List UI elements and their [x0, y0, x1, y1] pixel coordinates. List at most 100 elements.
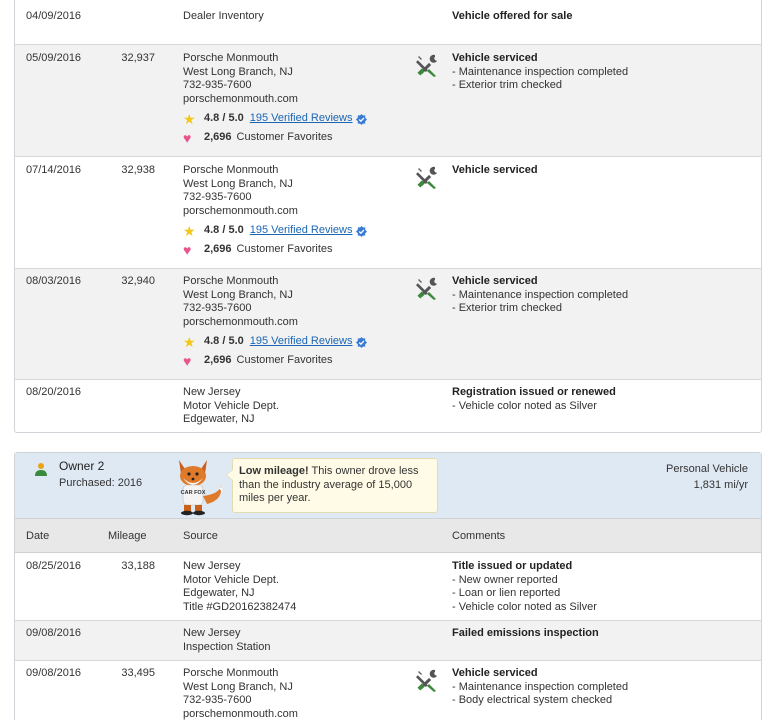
heart-icon: ♥ — [183, 130, 192, 146]
source-line: West Long Branch, NJ — [183, 65, 293, 78]
history-row: 05/09/2016 32,937 Porsche Monmouth West … — [15, 44, 761, 156]
purchase-year: Purchased: 2016 — [59, 477, 143, 489]
dealer-website-link[interactable]: porschemonmouth.com — [183, 93, 403, 107]
record-mileage: 33,495 — [121, 667, 155, 679]
comment-title: Vehicle serviced — [452, 164, 538, 176]
comment-title: Registration issued or renewed — [452, 386, 616, 398]
record-date: 09/08/2016 — [26, 667, 82, 679]
comment-line: - Vehicle color noted as Silver — [452, 600, 597, 613]
owner-usage: Personal Vehicle 1,831 mi/yr — [666, 461, 748, 493]
history-row: 04/09/2016 Dealer Inventory Vehicle offe… — [15, 0, 761, 44]
comment-line: - New owner reported — [452, 573, 558, 586]
star-icon: ★ — [183, 111, 196, 127]
verified-reviews-link[interactable]: 195 Verified Reviews — [250, 224, 353, 238]
dealer-rating: ★ 4.8 / 5.0 195 Verified Reviews — [183, 222, 403, 240]
carfox-mascot: CAR FOX — [179, 460, 223, 516]
verified-reviews-link[interactable]: 195 Verified Reviews — [250, 112, 353, 126]
vehicle-type: Personal Vehicle — [666, 463, 748, 475]
record-comments: Vehicle offered for sale — [452, 10, 752, 24]
source-line: Motor Vehicle Dept. — [183, 573, 279, 586]
owner1-history-card: 04/09/2016 Dealer Inventory Vehicle offe… — [14, 0, 762, 433]
miles-per-year: 1,831 mi/yr — [693, 479, 748, 491]
owner-header: Owner 2 Purchased: 2016 CAR FOX Low mile… — [15, 453, 761, 519]
source-line: Dealer Inventory — [183, 10, 264, 22]
comment-title: Title issued or updated — [452, 560, 573, 572]
history-row: 08/03/2016 32,940 Porsche Monmouth West … — [15, 268, 761, 379]
source-line: 732-935-7600 — [183, 302, 252, 314]
comment-line: - Maintenance inspection completed — [452, 680, 629, 693]
owner2-history-card: Owner 2 Purchased: 2016 CAR FOX Low mile… — [14, 452, 762, 720]
source-line: West Long Branch, NJ — [183, 288, 293, 301]
favorites-count: 2,696 — [204, 131, 232, 144]
record-source: New Jersey Motor Vehicle Dept. Edgewater… — [183, 560, 403, 614]
dealer-rating: ★ 4.8 / 5.0 195 Verified Reviews — [183, 110, 403, 128]
low-mileage-tip: Low mileage! This owner drove less than … — [226, 458, 438, 513]
source-line: New Jersey — [183, 386, 241, 398]
source-line: Edgewater, NJ — [183, 413, 255, 425]
record-date: 08/25/2016 — [26, 560, 82, 572]
record-source: New Jersey Motor Vehicle Dept. Edgewater… — [183, 386, 403, 427]
star-icon: ★ — [183, 223, 196, 239]
comment-line: - Loan or lien reported — [452, 587, 561, 599]
comment-line: - Exterior trim checked — [452, 302, 563, 314]
comment-title: Vehicle offered for sale — [452, 10, 573, 22]
record-date: 09/08/2016 — [26, 627, 82, 639]
favorites-count: 2,696 — [204, 354, 232, 367]
header-mileage: Mileage — [108, 530, 147, 542]
verified-reviews-link[interactable]: 195 Verified Reviews — [250, 335, 353, 349]
wrench-screwdriver-icon — [415, 54, 437, 77]
favorites-label: Customer Favorites — [236, 131, 333, 144]
history-row: 07/14/2016 32,938 Porsche Monmouth West … — [15, 156, 761, 268]
comment-title: Vehicle serviced — [452, 52, 538, 64]
record-date: 08/20/2016 — [26, 386, 82, 398]
record-comments: Vehicle serviced - Maintenance inspectio… — [452, 275, 752, 316]
source-line: Porsche Monmouth — [183, 52, 279, 64]
comment-line: - Body electrical system checked — [452, 694, 613, 706]
rating-value: 4.8 / 5.0 — [204, 335, 244, 348]
customer-favorites: ♥ 2,696 Customer Favorites — [183, 241, 403, 259]
record-date: 08/03/2016 — [26, 275, 82, 287]
customer-favorites: ♥ 2,696 Customer Favorites — [183, 129, 403, 147]
record-date: 05/09/2016 — [26, 52, 82, 64]
star-icon: ★ — [183, 334, 196, 350]
source-line: New Jersey — [183, 560, 241, 572]
record-comments: Vehicle serviced - Maintenance inspectio… — [452, 52, 752, 93]
record-date: 07/14/2016 — [26, 164, 82, 176]
source-line: Inspection Station — [183, 640, 271, 653]
source-line: 732-935-7600 — [183, 79, 252, 91]
dealer-website-link[interactable]: porschemonmouth.com — [183, 205, 403, 219]
comment-line: - Maintenance inspection completed — [452, 288, 629, 301]
source-line: 732-935-7600 — [183, 191, 252, 203]
favorites-count: 2,696 — [204, 243, 232, 256]
dealer-website-link[interactable]: porschemonmouth.com — [183, 708, 403, 720]
record-source: Porsche Monmouth West Long Branch, NJ 73… — [183, 52, 403, 147]
source-line: West Long Branch, NJ — [183, 177, 293, 190]
history-row: 09/08/2016 33,495 Porsche Monmouth West … — [15, 660, 761, 720]
wrench-screwdriver-icon — [415, 669, 437, 692]
dealer-rating: ★ 4.8 / 5.0 195 Verified Reviews — [183, 333, 403, 351]
comment-title: Vehicle serviced — [452, 275, 538, 287]
record-comments: Failed emissions inspection — [452, 627, 752, 641]
source-line: New Jersey — [183, 627, 241, 639]
tip-title: Low mileage! — [239, 465, 309, 477]
record-source: Porsche Monmouth West Long Branch, NJ 73… — [183, 667, 403, 720]
record-mileage: 32,940 — [121, 275, 155, 287]
verified-badge-icon — [355, 225, 367, 237]
header-source: Source — [183, 530, 218, 542]
history-table-header: Date Mileage Source Comments — [15, 519, 761, 553]
history-row: 08/25/2016 33,188 New Jersey Motor Vehic… — [15, 554, 761, 620]
favorites-label: Customer Favorites — [236, 354, 333, 367]
record-source: Porsche Monmouth West Long Branch, NJ 73… — [183, 164, 403, 259]
source-line: Porsche Monmouth — [183, 667, 279, 679]
owner-name: Owner 2 — [59, 459, 105, 473]
comment-title: Vehicle serviced — [452, 667, 538, 679]
record-mileage: 33,188 — [121, 560, 155, 572]
title-number: Title #GD20162382474 — [183, 600, 297, 613]
rating-value: 4.8 / 5.0 — [204, 112, 244, 125]
source-line: Porsche Monmouth — [183, 275, 279, 287]
source-line: Motor Vehicle Dept. — [183, 399, 279, 412]
source-line: Porsche Monmouth — [183, 164, 279, 176]
dealer-website-link[interactable]: porschemonmouth.com — [183, 316, 403, 330]
comment-line: - Maintenance inspection completed — [452, 65, 629, 78]
comment-title: Failed emissions inspection — [452, 627, 599, 639]
